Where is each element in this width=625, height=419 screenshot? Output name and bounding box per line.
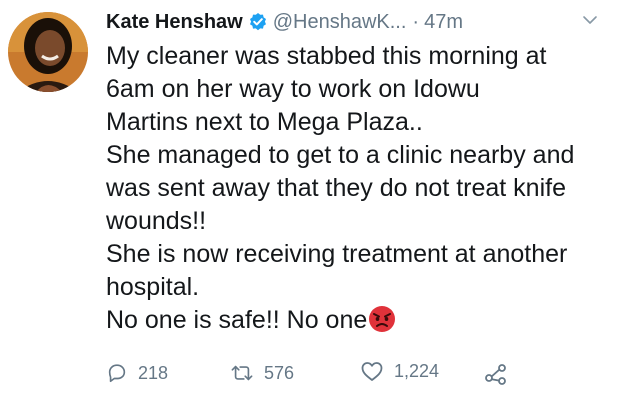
retweet-button[interactable]: 576	[230, 362, 294, 384]
reply-button[interactable]: 218	[106, 362, 168, 384]
reply-icon	[106, 362, 128, 384]
tweet-line: was sent away that they do not treat kni…	[106, 174, 566, 202]
angry-face-emoji-icon	[368, 305, 396, 333]
like-button[interactable]: 1,224	[360, 360, 439, 382]
retweet-icon	[230, 362, 254, 384]
reply-count: 218	[138, 362, 169, 383]
tweet: Kate Henshaw @HenshawK... · 47m My clean…	[0, 0, 625, 419]
handle[interactable]: @HenshawK...	[273, 11, 407, 34]
profile-photo	[8, 12, 88, 92]
retweet-count: 576	[264, 362, 295, 383]
tweet-line: 6am on her way to work on Idowu	[106, 75, 480, 103]
tweet-header: Kate Henshaw @HenshawK... · 47m	[106, 8, 463, 36]
tweet-line: She is now receiving treatment at anothe…	[106, 240, 568, 268]
verified-badge-icon	[248, 12, 268, 32]
chevron-down-icon[interactable]	[582, 12, 598, 28]
like-icon	[360, 360, 384, 382]
share-button[interactable]	[484, 362, 508, 386]
like-count: 1,224	[394, 360, 440, 381]
tweet-line: hospital.	[106, 273, 200, 301]
tweet-last-line: No one is safe!! No one	[106, 304, 616, 337]
tweet-line: Martins next to Mega Plaza..	[106, 108, 423, 136]
tweet-line: wounds!!	[106, 207, 207, 235]
tweet-line: She managed to get to a clinic nearby an…	[106, 141, 575, 169]
tweet-text: My cleaner was stabbed this morning at 6…	[106, 40, 616, 337]
share-icon	[484, 362, 508, 386]
avatar[interactable]	[8, 12, 88, 92]
display-name[interactable]: Kate Henshaw	[106, 11, 243, 34]
tweet-line: My cleaner was stabbed this morning at	[106, 42, 547, 70]
tweet-line: No one is safe!! No one	[106, 306, 368, 334]
separator-dot: ·	[412, 10, 420, 33]
tweet-actions: 218 576 1,224	[106, 360, 526, 392]
timestamp[interactable]: 47m	[424, 11, 463, 34]
